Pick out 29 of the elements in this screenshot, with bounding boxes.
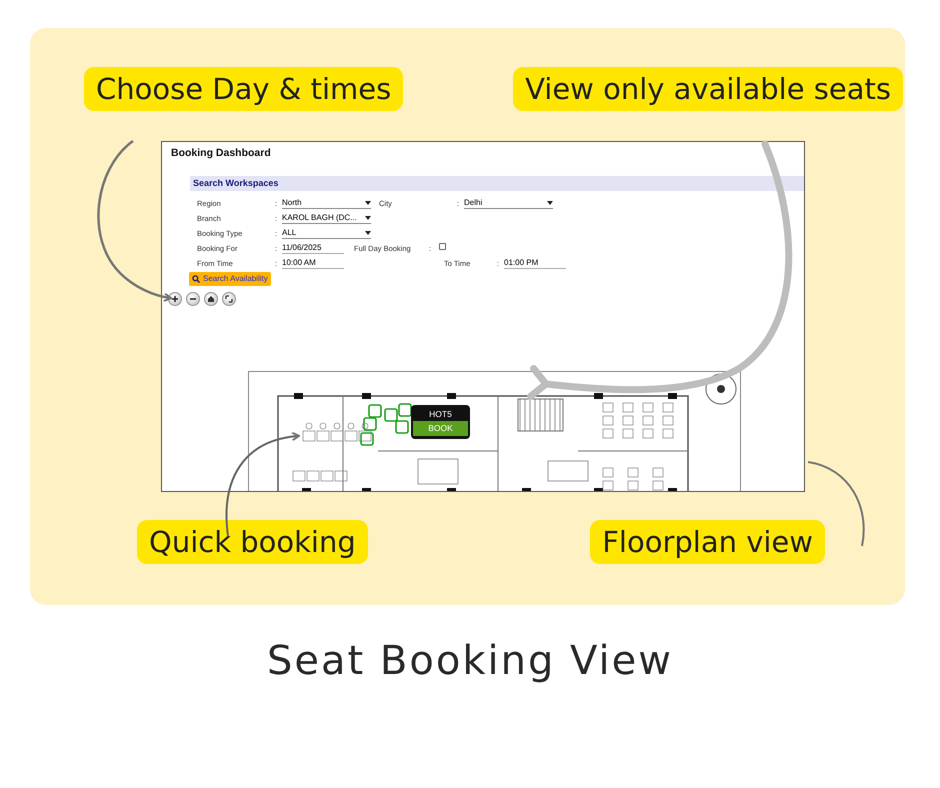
search-icon [192, 275, 200, 284]
callout-label: Quick booking [137, 520, 368, 564]
home-button[interactable] [204, 292, 218, 306]
corners-icon [224, 294, 234, 304]
home-icon [206, 294, 216, 304]
caret-icon [365, 231, 371, 236]
checkbox[interactable] [439, 243, 446, 250]
input-field[interactable]: 01:00 PM [504, 258, 566, 270]
dashboard-title: Booking Dashboard [170, 146, 272, 161]
callout-label: Floorplan view [590, 520, 825, 564]
input-field[interactable]: 10:00 AM [282, 258, 344, 270]
seat-label: HOT5 [428, 408, 453, 421]
caret-icon [547, 201, 553, 206]
select-field[interactable]: Delhi [464, 198, 553, 210]
fit-button[interactable] [222, 292, 236, 306]
caret-icon [365, 216, 371, 220]
zoom-out-button[interactable] [186, 292, 200, 306]
input-field[interactable]: 11/06/2025 [282, 243, 344, 254]
search-availability-button[interactable]: Search Availability [189, 272, 271, 286]
select-field[interactable]: ALL [282, 228, 371, 240]
callout-label: View only available seats [513, 67, 903, 111]
callout-label: Choose Day & times [84, 67, 404, 111]
section-header: Search Workspaces [190, 176, 804, 192]
select-field[interactable]: North [282, 198, 371, 210]
plus-icon [170, 294, 180, 304]
zoom-in-button[interactable] [168, 292, 182, 306]
select-field[interactable]: KAROL BAGH (DC... [282, 213, 371, 224]
caret-icon [365, 201, 371, 206]
caption: Seat Booking View [266, 637, 674, 686]
